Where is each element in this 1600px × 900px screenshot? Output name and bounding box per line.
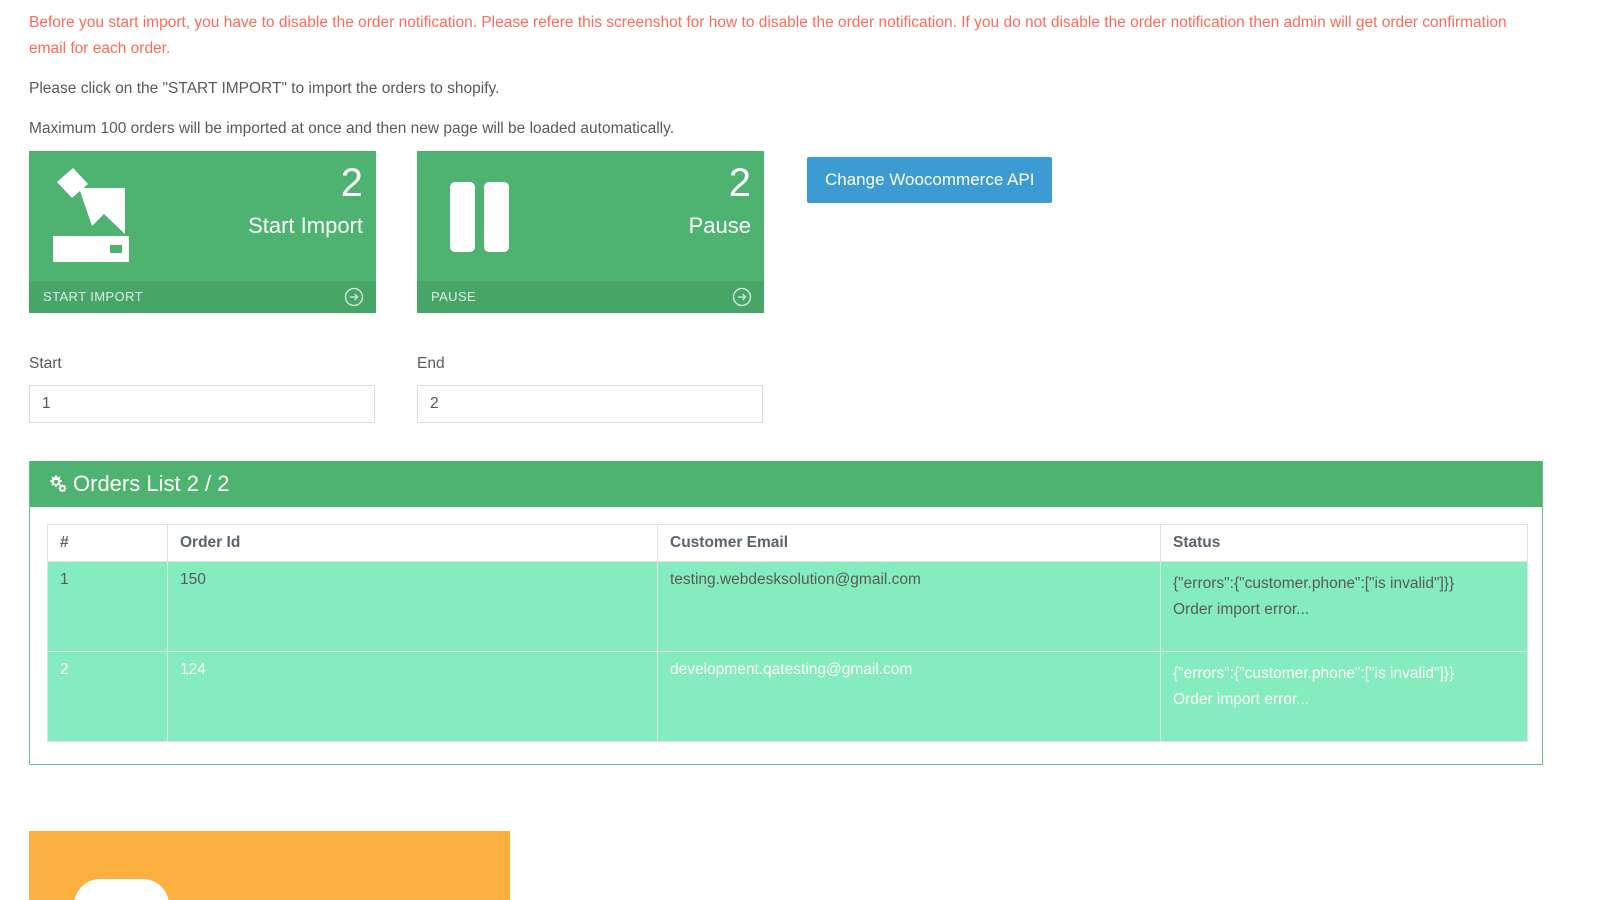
start-label: Start	[29, 355, 375, 373]
cell-order-id: 124	[168, 652, 658, 742]
start-import-footer-label: START IMPORT	[43, 289, 143, 304]
column-header-customer-email: Customer Email	[658, 525, 1161, 562]
status-message-text: Order import error...	[1173, 687, 1515, 713]
circle-arrow-right-icon	[344, 287, 364, 307]
start-import-footer[interactable]: START IMPORT	[29, 281, 376, 313]
instruction-start-import: Please click on the "START IMPORT" to im…	[29, 79, 499, 99]
column-header-order-id: Order Id	[168, 525, 658, 562]
end-field-group: End	[417, 355, 763, 423]
end-input[interactable]	[417, 385, 763, 423]
start-import-count: 2	[248, 161, 363, 205]
table-row: 2 124 development.qatesting@gmail.com {"…	[48, 652, 1528, 742]
start-import-tile-body: 2 Start Import	[29, 151, 376, 281]
orders-list-body: # Order Id Customer Email Status 1 150 t…	[30, 507, 1542, 764]
warning-notice: Before you start import, you have to dis…	[29, 10, 1519, 62]
start-field-group: Start	[29, 355, 375, 423]
instruction-max-orders: Maximum 100 orders will be imported at o…	[29, 119, 674, 139]
orders-list-title: Orders List 2 / 2	[73, 471, 230, 496]
status-json-text: {"errors":{"customer.phone":["is invalid…	[1173, 571, 1515, 597]
pause-tile-body: 2 Pause	[417, 151, 764, 281]
status-message-text: Order import error...	[1173, 597, 1515, 623]
cell-order-id: 150	[168, 562, 658, 652]
start-import-tile[interactable]: 2 Start Import START IMPORT	[29, 151, 376, 313]
bottom-orange-tile[interactable]	[29, 831, 510, 900]
orders-table-body: 1 150 testing.webdesksolution@gmail.com …	[48, 562, 1528, 742]
change-woocommerce-api-button[interactable]: Change Woocommerce API	[807, 157, 1052, 203]
pause-title: Pause	[689, 211, 751, 241]
pause-footer-label: PAUSE	[431, 289, 476, 304]
start-import-tile-values: 2 Start Import	[248, 161, 363, 241]
download-import-icon	[46, 164, 158, 264]
column-header-status: Status	[1161, 525, 1528, 562]
orders-table-header-row: # Order Id Customer Email Status	[48, 525, 1528, 562]
pause-tile[interactable]: 2 Pause PAUSE	[417, 151, 764, 313]
rounded-shape-icon	[74, 879, 169, 900]
orders-list-panel: Orders List 2 / 2 # Order Id Customer Em…	[29, 461, 1543, 765]
pause-count: 2	[689, 161, 751, 205]
cell-status: {"errors":{"customer.phone":["is invalid…	[1161, 652, 1528, 742]
pause-tile-values: 2 Pause	[689, 161, 751, 241]
table-row: 1 150 testing.webdesksolution@gmail.com …	[48, 562, 1528, 652]
circle-arrow-right-icon	[732, 287, 752, 307]
pause-footer[interactable]: PAUSE	[417, 281, 764, 313]
end-label: End	[417, 355, 763, 373]
import-orders-page: Before you start import, you have to dis…	[0, 0, 1600, 900]
cell-customer-email: development.qatesting@gmail.com	[658, 652, 1161, 742]
cogs-icon	[48, 463, 67, 482]
cell-index: 2	[48, 652, 168, 742]
status-json-text: {"errors":{"customer.phone":["is invalid…	[1173, 661, 1515, 687]
orders-list-header: Orders List 2 / 2	[30, 461, 1542, 507]
cell-customer-email: testing.webdesksolution@gmail.com	[658, 562, 1161, 652]
cell-index: 1	[48, 562, 168, 652]
cell-status: {"errors":{"customer.phone":["is invalid…	[1161, 562, 1528, 652]
pause-icon	[434, 164, 546, 264]
start-import-title: Start Import	[248, 211, 363, 241]
orders-table: # Order Id Customer Email Status 1 150 t…	[47, 524, 1528, 742]
start-input[interactable]	[29, 385, 375, 423]
orders-table-head: # Order Id Customer Email Status	[48, 525, 1528, 562]
column-header-index: #	[48, 525, 168, 562]
